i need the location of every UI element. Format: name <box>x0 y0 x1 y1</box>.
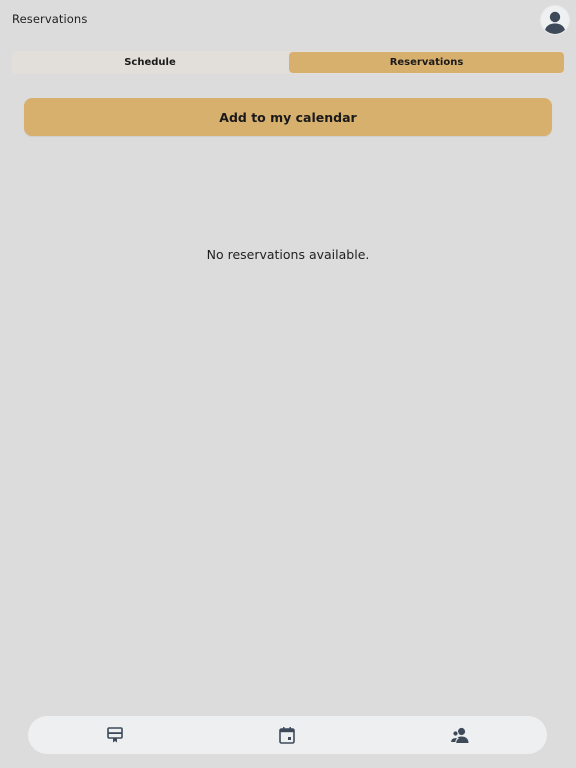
card-ticket-icon <box>107 727 123 743</box>
tab-bar-calendar[interactable] <box>267 716 307 754</box>
empty-state-message: No reservations available. <box>206 247 370 262</box>
tab-reservations[interactable]: Reservations <box>289 52 564 73</box>
people-icon <box>449 727 469 743</box>
bottom-tab-bar <box>28 716 547 754</box>
tab-schedule[interactable]: Schedule <box>12 51 288 74</box>
add-to-calendar-button[interactable]: Add to my calendar <box>24 98 552 136</box>
calendar-icon <box>279 727 295 744</box>
view-switcher: Schedule Reservations <box>12 51 564 74</box>
tab-bar-tickets[interactable] <box>95 716 135 754</box>
page-title: Reservations <box>12 12 88 26</box>
header: Reservations <box>0 0 576 40</box>
user-avatar-icon <box>544 11 566 34</box>
tab-bar-people[interactable] <box>440 716 480 754</box>
avatar[interactable] <box>541 6 569 34</box>
reservations-screen: Reservations Schedule Reservations Add t… <box>0 0 576 768</box>
